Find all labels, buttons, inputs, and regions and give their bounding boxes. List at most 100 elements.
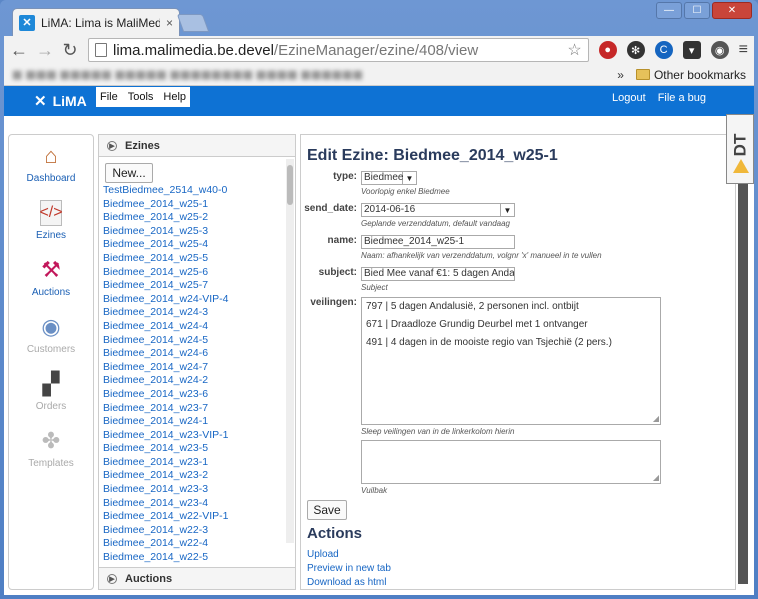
settings-gear-icon[interactable]: ✻ [626, 41, 645, 59]
new-tab-button[interactable] [176, 14, 210, 32]
menu-file[interactable]: File [100, 91, 118, 103]
ezine-list-item[interactable]: Biedmee_2014_w22-3 [103, 524, 295, 538]
ezine-list-item[interactable]: Biedmee_2014_w23-6 [103, 388, 295, 402]
menu-icon[interactable]: ≡ [739, 41, 748, 59]
maximize-button[interactable]: ☐ [684, 2, 710, 19]
ezine-list-item[interactable]: Biedmee_2014_w23-7 [103, 402, 295, 416]
type-hint: Voorlopig enkel Biedmee [361, 187, 450, 196]
forward-icon[interactable]: → [36, 41, 54, 59]
extension-globe-icon[interactable]: ◉ [710, 41, 729, 59]
bookmarks-overflow-button[interactable]: » [617, 68, 624, 82]
ezine-list-item[interactable]: Biedmee_2014_w25-3 [103, 225, 295, 239]
address-bar[interactable]: lima.malimedia.be.devel/EzineManager/ezi… [88, 38, 589, 62]
veilingen-hint: Sleep veilingen van in de linkerkolom hi… [361, 427, 515, 436]
list-item[interactable]: 797 | 5 dagen Andalusië, 2 personen incl… [362, 298, 660, 316]
sidebar-item-dashboard[interactable]: ⌂ Dashboard [9, 135, 93, 192]
send-date-hint: Geplande verzenddatum, default vandaag [361, 219, 510, 228]
name-row: name: Biedmee_2014_w25-1 Naam: afhankeli… [301, 235, 602, 260]
sidebar-item-ezines[interactable]: </> Ezines [9, 192, 93, 249]
ezine-list-item[interactable]: Biedmee_2014_w24-6 [103, 347, 295, 361]
ezine-list-item[interactable]: Biedmee_2014_w22-5 [103, 551, 295, 565]
expand-circle-icon: ▶ [107, 573, 117, 584]
ezine-list-item[interactable]: Biedmee_2014_w23-2 [103, 469, 295, 483]
subject-field[interactable]: Bied Mee vanaf €1: 5 dagen Anda [361, 267, 515, 281]
house-icon: ⌂ [44, 143, 58, 168]
ezine-list-item[interactable]: Biedmee_2014_w23-VIP-1 [103, 429, 295, 443]
ezine-list-item[interactable]: Biedmee_2014_w25-2 [103, 211, 295, 225]
ezine-list-item[interactable]: Biedmee_2014_w24-3 [103, 306, 295, 320]
ezine-list-item[interactable]: TestBiedmee_2514_w40-0 [103, 184, 295, 198]
trash-dropzone[interactable]: ◢ [361, 440, 661, 484]
url-host: lima.malimedia.be.devel [113, 41, 274, 59]
sidebar-item-label: Ezines [35, 230, 66, 241]
ezine-list-item[interactable]: Biedmee_2014_w25-4 [103, 238, 295, 252]
ezine-list-scrollbar[interactable] [286, 159, 294, 543]
sidebar-item-templates[interactable]: ✤ Templates [9, 420, 93, 477]
veilingen-dropzone[interactable]: 797 | 5 dagen Andalusië, 2 personen incl… [361, 297, 661, 425]
reload-icon[interactable]: ↻ [62, 41, 78, 59]
ezine-list-item[interactable]: Biedmee_2014_w23-4 [103, 497, 295, 511]
auctions-panel-header[interactable]: ▶ Auctions [99, 567, 295, 589]
ezines-panel-header[interactable]: ▶ Ezines [99, 135, 295, 157]
bookmark-star-icon[interactable]: ☆ [567, 40, 581, 60]
name-field[interactable]: Biedmee_2014_w25-1 [361, 235, 515, 249]
ezine-list-item[interactable]: Biedmee_2014_w24-VIP-4 [103, 293, 295, 307]
chevron-down-icon: ▼ [403, 171, 417, 185]
ezine-list-item[interactable]: Biedmee_2014_w24-7 [103, 361, 295, 375]
list-item[interactable]: 671 | Draadloze Grundig Deurbel met 1 on… [362, 316, 660, 334]
pocket-icon[interactable]: ▾ [682, 41, 701, 59]
sidebar-item-label: Orders [35, 401, 67, 412]
subject-row: subject: Bied Mee vanaf €1: 5 dagen Anda… [301, 267, 515, 292]
page-scrollbar[interactable] [738, 184, 748, 584]
ezine-list-item[interactable]: Biedmee_2014_w23-1 [103, 456, 295, 470]
ezine-list-item[interactable]: Biedmee_2014_w25-5 [103, 252, 295, 266]
list-item[interactable]: 491 | 4 dagen in de mooiste regio van Ts… [362, 334, 660, 352]
ezine-list-item[interactable]: Biedmee_2014_w25-1 [103, 198, 295, 212]
extension-stop-icon[interactable]: ● [598, 41, 617, 59]
debug-toolbar-label: DT [729, 133, 749, 157]
sidebar-item-label: Dashboard [26, 173, 76, 184]
sidebar-item-orders[interactable]: ▞ Orders [9, 363, 93, 420]
puzzle-icon: ✤ [41, 428, 61, 453]
ezine-list-item[interactable]: Biedmee_2014_w23-5 [103, 442, 295, 456]
menu-tools[interactable]: Tools [128, 91, 154, 103]
file-a-bug-link[interactable]: File a bug [658, 92, 706, 104]
ezine-list-item[interactable]: Biedmee_2014_w23-3 [103, 483, 295, 497]
ezine-list-item[interactable]: Biedmee_2014_w24-5 [103, 334, 295, 348]
close-window-button[interactable]: ✕ [712, 2, 752, 19]
preview-link[interactable]: Preview in new tab [307, 563, 391, 574]
ezine-list-item[interactable]: Biedmee_2014_w24-2 [103, 374, 295, 388]
save-button[interactable]: Save [307, 500, 347, 520]
type-select[interactable]: Biedmee ▼ [361, 171, 450, 185]
ezine-list-item[interactable]: Biedmee_2014_w25-7 [103, 279, 295, 293]
bookmarks-bar: ▦ ▦▦▦ ▦▦▦▦▦ ▦▦▦▦▦ ▦▦▦▦▦▦▦▦ ▦▦▦▦ ▦▦▦▦▦▦ »… [4, 64, 754, 86]
menu-help[interactable]: Help [163, 91, 186, 103]
extension-c-icon[interactable]: C [654, 41, 673, 59]
app-logo[interactable]: ✕ LiMA [34, 92, 87, 110]
new-ezine-button[interactable]: New... [105, 163, 153, 183]
send-date-select[interactable]: 2014-06-16 ▼ [361, 203, 515, 217]
page-icon [95, 43, 107, 57]
scrollbar-thumb[interactable] [287, 165, 293, 205]
resize-grip-icon[interactable]: ◢ [653, 473, 659, 482]
resize-grip-icon[interactable]: ◢ [653, 414, 659, 423]
download-html-link[interactable]: Download as html [307, 577, 386, 588]
boxes-icon: ▞ [42, 371, 60, 396]
ezine-list-item[interactable]: Biedmee_2014_w22-VIP-1 [103, 510, 295, 524]
sidebar-item-auctions[interactable]: ⚒ Auctions [9, 249, 93, 306]
other-bookmarks-folder[interactable]: Other bookmarks [635, 68, 746, 82]
sidebar-item-customers[interactable]: ◉ Customers [9, 306, 93, 363]
type-row: type: Biedmee ▼ Voorlopig enkel Biedmee [301, 171, 450, 196]
back-icon[interactable]: ← [10, 41, 28, 59]
minimize-button[interactable]: — [656, 2, 682, 19]
browser-tab[interactable]: ✕ LiMA: Lima is MaliMedia × [12, 8, 180, 36]
ezine-list-item[interactable]: Biedmee_2014_w25-6 [103, 266, 295, 280]
tab-close-icon[interactable]: × [166, 16, 173, 30]
document-code-icon: </> [39, 200, 63, 226]
debug-toolbar-toggle[interactable]: DT [726, 114, 754, 184]
logout-link[interactable]: Logout [612, 92, 646, 104]
ezine-list-item[interactable]: Biedmee_2014_w24-1 [103, 415, 295, 429]
upload-link[interactable]: Upload [307, 549, 339, 560]
ezine-list-item[interactable]: Biedmee_2014_w22-4 [103, 537, 295, 551]
ezine-list-item[interactable]: Biedmee_2014_w24-4 [103, 320, 295, 334]
